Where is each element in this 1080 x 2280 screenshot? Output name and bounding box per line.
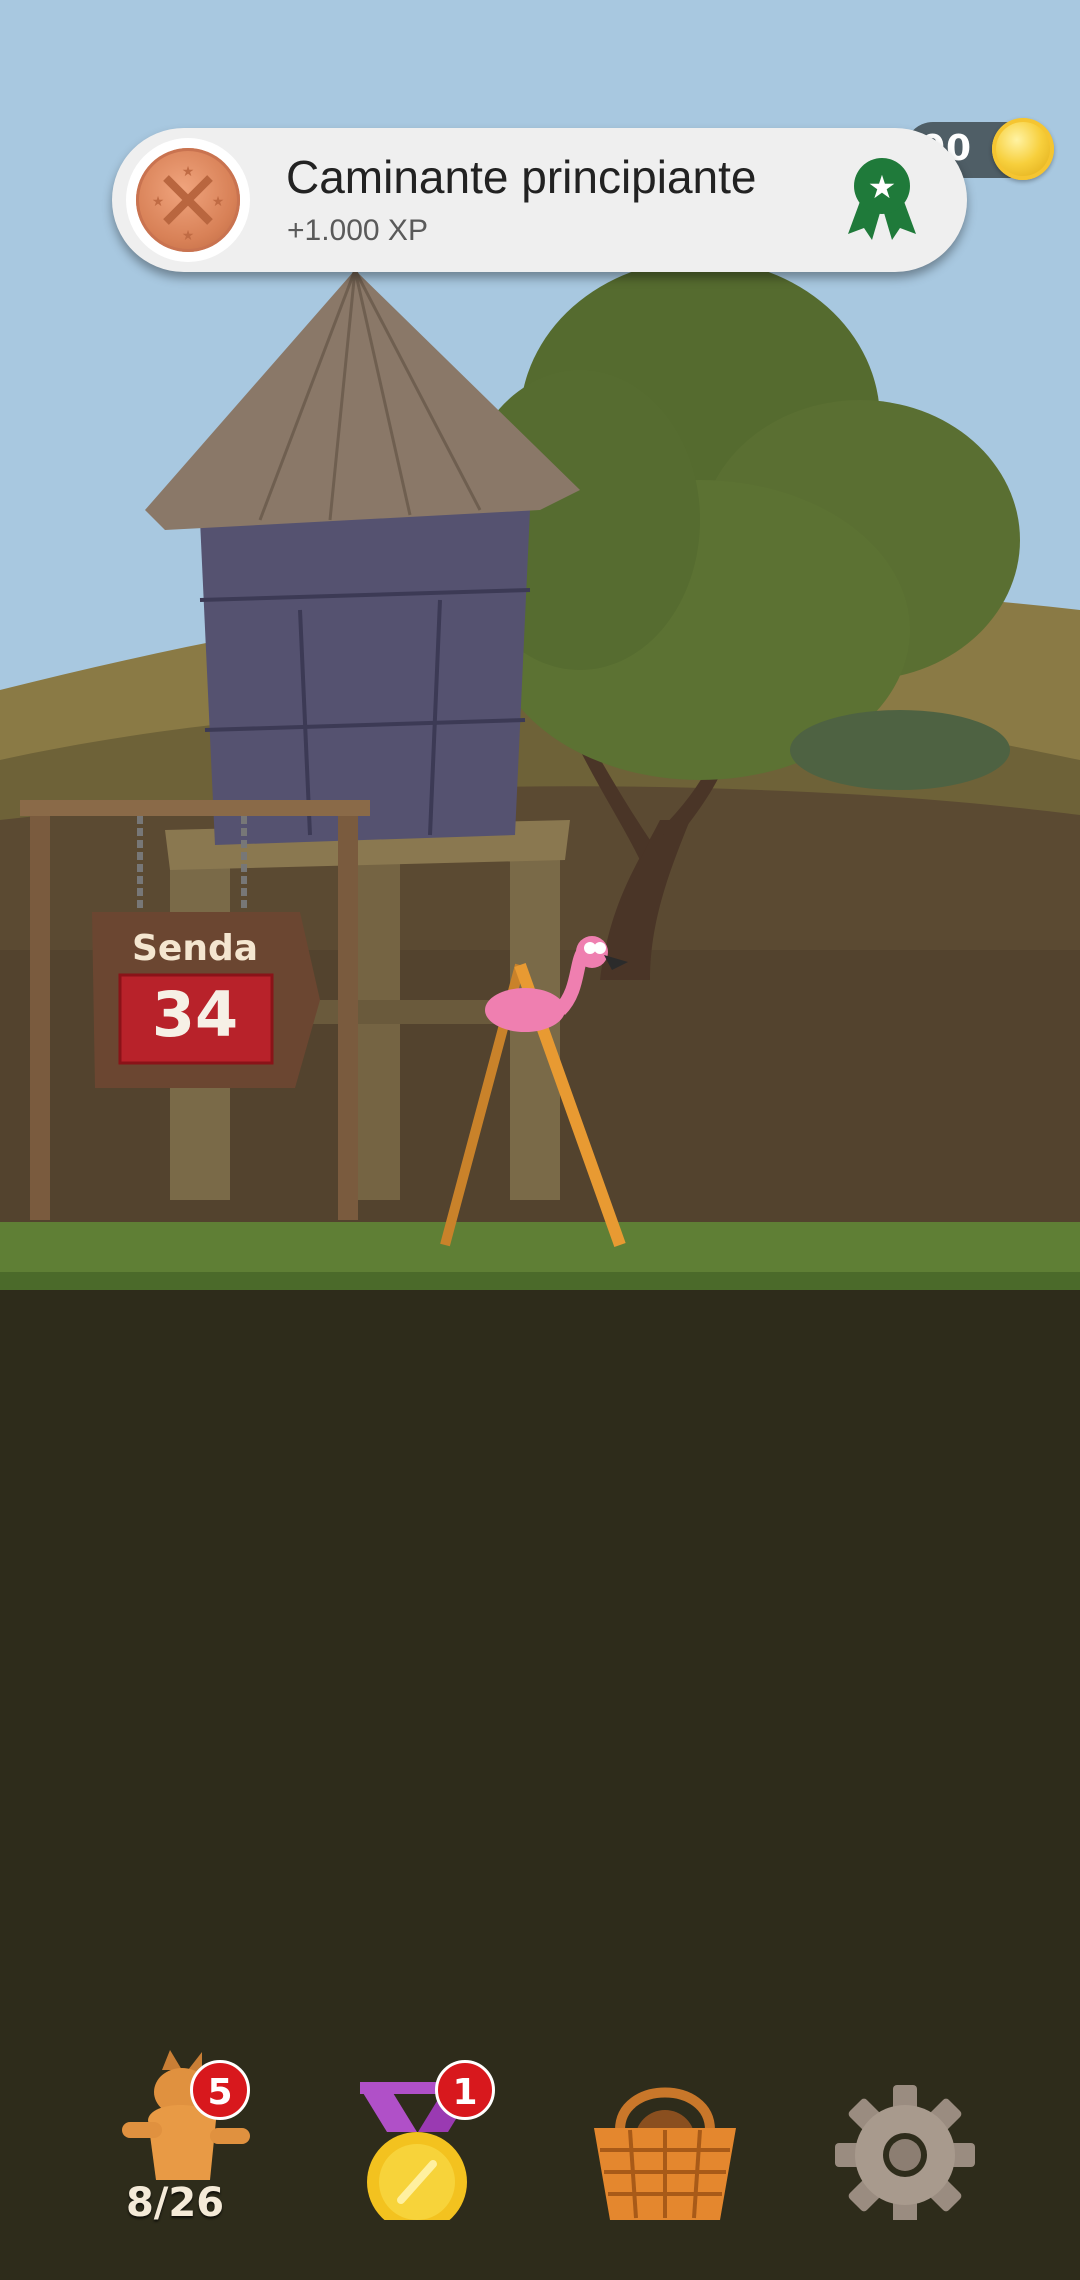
basket-icon — [594, 2087, 736, 2220]
achievements-badge: 1 — [435, 2060, 495, 2120]
achievement-toast[interactable]: ★ ★ ★ ★ Caminante principiante +1.000 XP… — [112, 128, 967, 272]
svg-text:★: ★ — [868, 168, 897, 206]
path-sign-number: 34 — [151, 978, 239, 1051]
shop-button[interactable] — [580, 2040, 750, 2240]
path-sign-label: Senda — [131, 928, 259, 969]
characters-badge: 5 — [190, 2060, 250, 2120]
award-ribbon-icon: ★ — [848, 158, 916, 240]
achievements-button[interactable]: 1 — [335, 2040, 505, 2240]
svg-text:★: ★ — [212, 194, 225, 210]
settings-button[interactable] — [820, 2040, 990, 2240]
characters-count: 8/26 — [125, 2180, 225, 2226]
bronze-medal-icon: ★ ★ ★ ★ — [126, 138, 250, 262]
gear-icon — [835, 2085, 975, 2225]
achievement-xp: +1.000 XP — [287, 214, 428, 247]
svg-text:★: ★ — [182, 228, 195, 244]
svg-text:★: ★ — [152, 194, 165, 210]
achievement-title: Caminante principiante — [286, 151, 757, 203]
bottom-nav: 5 8/26 1 — [0, 2040, 1080, 2280]
svg-text:★: ★ — [182, 164, 195, 180]
coin-icon — [992, 118, 1054, 180]
characters-button[interactable]: 5 8/26 — [90, 2040, 260, 2240]
